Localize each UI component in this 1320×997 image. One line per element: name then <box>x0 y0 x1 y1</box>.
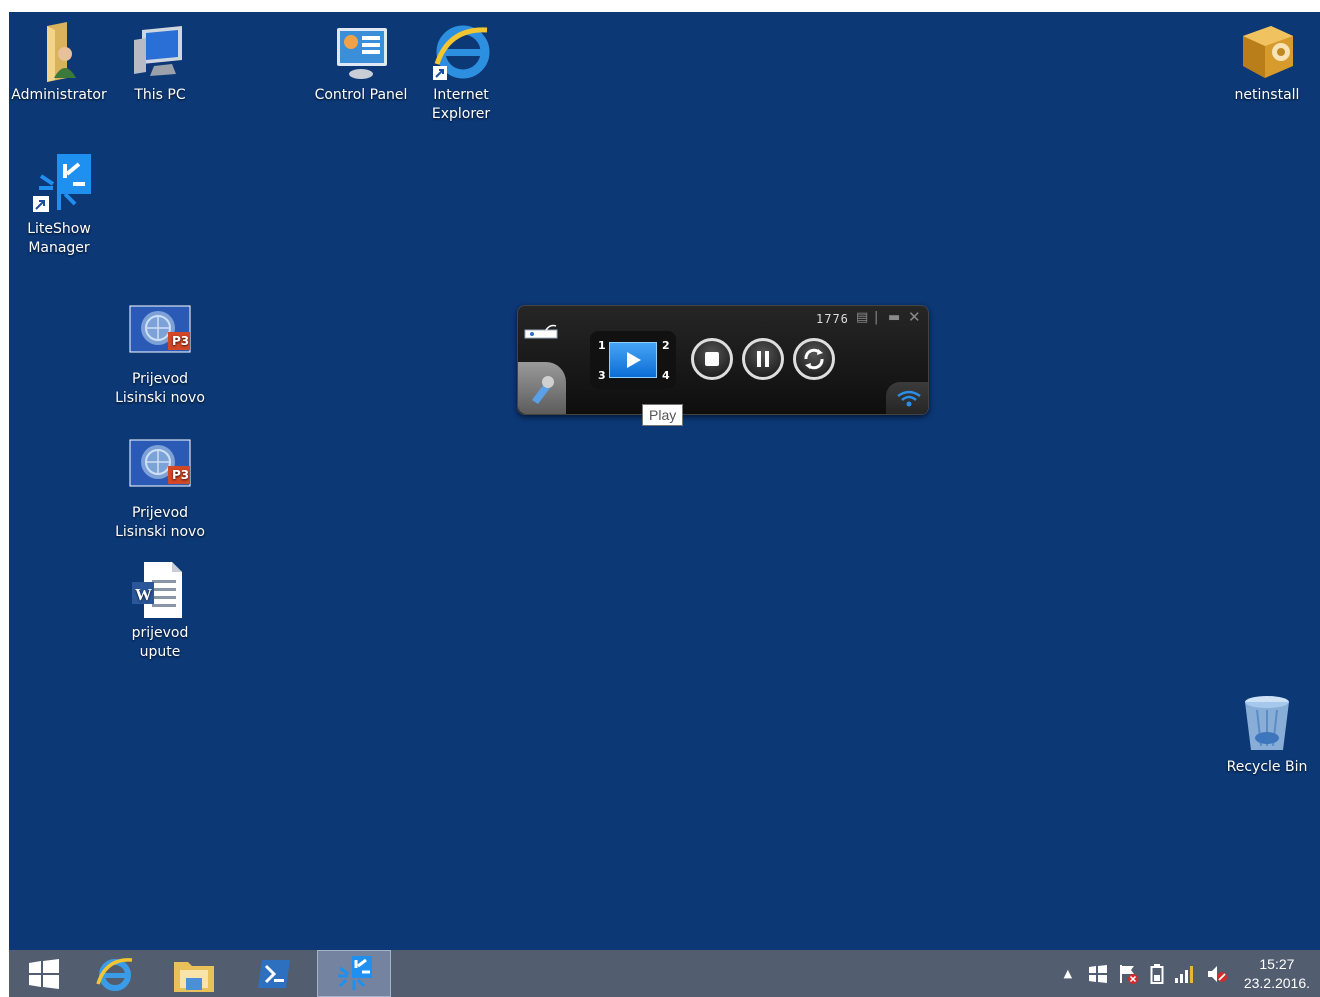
liteshow-counter: 1776 <box>816 312 849 326</box>
computer-icon <box>128 20 192 84</box>
desktop-icon-liteshow-manager[interactable]: LiteShow Manager <box>9 154 109 258</box>
taskbar-powershell[interactable] <box>239 950 309 997</box>
tools-icon <box>532 376 554 404</box>
p3-badge: P3 <box>172 468 190 482</box>
liteshow-widget[interactable]: 1776 ▤ | ▬ ✕ 1 2 3 4 <box>517 305 929 415</box>
desktop-icon-recycle-bin[interactable]: Recycle Bin <box>1217 692 1317 777</box>
clock-time: 15:27 <box>1259 955 1295 972</box>
close-icon[interactable]: ✕ <box>908 308 921 326</box>
liteshow-icon <box>27 154 91 218</box>
desktop-icon-this-pc[interactable]: This PC <box>110 20 210 105</box>
icon-label: prijevod upute <box>131 625 189 660</box>
taskbar: ▲ 15:27 23.2.2016. <box>9 950 1320 997</box>
minimize-icon[interactable]: ▬ <box>888 310 900 325</box>
liteshow-settings-tab[interactable] <box>518 362 566 414</box>
icon-label: LiteShow Manager <box>27 221 91 256</box>
battery-icon[interactable] <box>1150 963 1164 985</box>
icon-label: Administrator <box>11 87 107 103</box>
icon-label: netinstall <box>1234 87 1300 103</box>
pause-button[interactable] <box>742 338 784 380</box>
internet-explorer-icon <box>96 957 133 991</box>
show-hidden-icons-icon[interactable]: ▲ <box>1058 967 1078 980</box>
volume-muted-icon[interactable] <box>1206 964 1228 984</box>
start-icon <box>29 958 59 989</box>
desktop-icon-internet-explorer[interactable]: Internet Explorer <box>411 20 511 124</box>
stop-icon <box>705 352 719 366</box>
icon-label: Control Panel <box>314 87 408 103</box>
user-folder-icon <box>27 20 91 84</box>
liteshow-quadrant-selector[interactable]: 1 2 3 4 <box>590 331 676 389</box>
play-tooltip: Play <box>642 404 684 426</box>
taskbar-internet-explorer[interactable] <box>79 950 149 997</box>
refresh-icon <box>804 348 824 370</box>
signal-icon[interactable] <box>1174 964 1196 984</box>
refresh-button[interactable] <box>793 338 835 380</box>
desktop-icon-control-panel[interactable]: Control Panel <box>311 20 411 105</box>
stop-button[interactable] <box>691 338 733 380</box>
icon-label: Internet Explorer <box>431 87 491 122</box>
desktop-icon-prijevod-lisinski-1[interactable]: P3 Prijevod Lisinski novo <box>110 304 210 408</box>
play-button[interactable] <box>609 342 657 378</box>
control-panel-icon <box>329 20 393 84</box>
icon-label: Recycle Bin <box>1226 759 1308 775</box>
quadrant-3-label[interactable]: 3 <box>598 369 606 382</box>
quadrant-4-label[interactable]: 4 <box>662 369 670 382</box>
desktop-icon-administrator[interactable]: Administrator <box>9 20 109 105</box>
package-icon <box>1235 20 1299 84</box>
system-tray: ▲ 15:27 23.2.2016. <box>1058 950 1320 997</box>
recycle-bin-icon <box>1235 692 1299 756</box>
list-view-icon[interactable]: ▤ <box>856 310 868 325</box>
wifi-icon <box>897 390 921 407</box>
powerpoint-file-icon: P3 <box>128 438 192 502</box>
taskbar-file-explorer[interactable] <box>159 950 229 997</box>
clock-date: 23.2.2016. <box>1243 974 1310 991</box>
divider: | <box>874 310 879 325</box>
projector-icon <box>524 324 558 339</box>
internet-explorer-icon <box>429 20 493 84</box>
desktop: Administrator This PC Control Panel Inte… <box>9 12 1320 997</box>
word-document-icon: W <box>128 558 192 622</box>
powerpoint-file-icon: P3 <box>128 304 192 368</box>
svg-text:W: W <box>135 585 152 604</box>
icon-label: Prijevod Lisinski novo <box>115 505 205 540</box>
desktop-icon-prijevod-upute[interactable]: W prijevod upute <box>110 558 210 662</box>
icon-label: Prijevod Lisinski novo <box>115 371 205 406</box>
quadrant-2-label[interactable]: 2 <box>662 339 670 352</box>
quadrant-1-label[interactable]: 1 <box>598 339 606 352</box>
system-clock[interactable]: 15:27 23.2.2016. <box>1244 955 1310 993</box>
file-explorer-icon <box>174 961 214 992</box>
desktop-icon-prijevod-lisinski-2[interactable]: P3 Prijevod Lisinski novo <box>110 438 210 542</box>
liteshow-wifi-tab[interactable] <box>886 382 928 414</box>
play-icon <box>627 352 641 368</box>
powershell-icon <box>258 959 290 988</box>
desktop-icon-netinstall[interactable]: netinstall <box>1217 20 1317 105</box>
taskbar-liteshow[interactable] <box>317 950 391 997</box>
start-button[interactable] <box>9 950 79 997</box>
pause-icon <box>757 351 769 367</box>
action-center-icon[interactable] <box>1118 963 1140 985</box>
p3-badge: P3 <box>172 334 190 348</box>
icon-label: This PC <box>134 87 186 103</box>
network-display-icon[interactable] <box>1088 964 1108 984</box>
liteshow-icon <box>338 955 372 990</box>
